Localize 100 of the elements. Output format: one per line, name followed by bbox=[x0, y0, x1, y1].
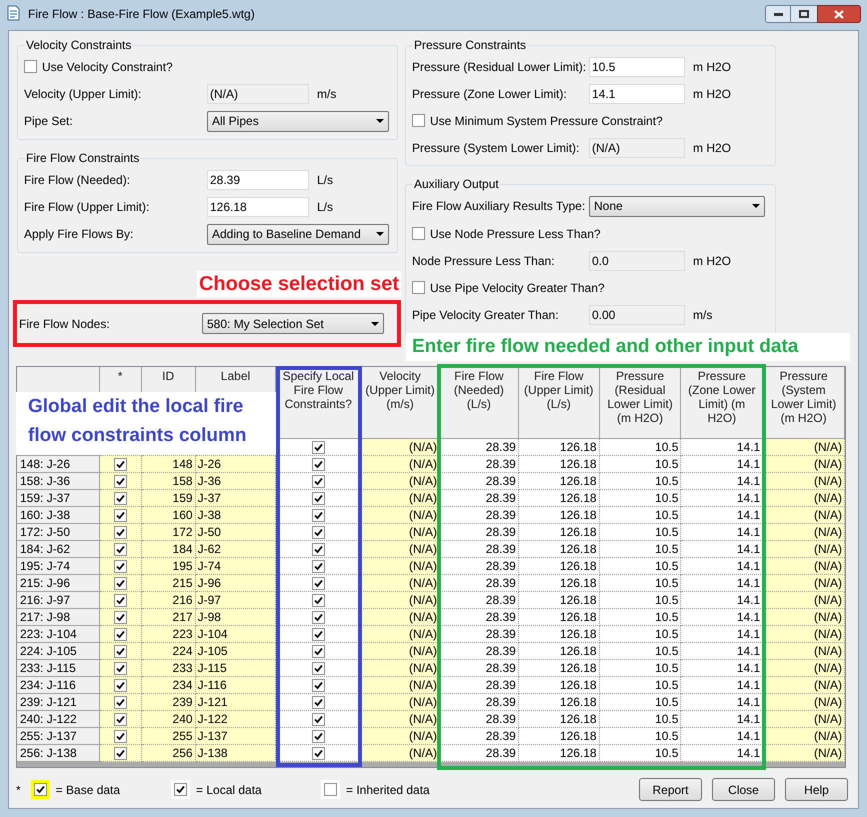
checkbox[interactable] bbox=[312, 458, 325, 470]
close-button[interactable] bbox=[817, 5, 861, 23]
row-header[interactable]: 160: J-38 bbox=[17, 507, 100, 524]
maximize-button[interactable] bbox=[791, 5, 817, 23]
checkbox[interactable] bbox=[312, 594, 325, 606]
minimize-button[interactable] bbox=[765, 5, 791, 23]
checkbox[interactable] bbox=[312, 610, 325, 624]
checkbox[interactable] bbox=[312, 440, 325, 454]
checkbox[interactable] bbox=[312, 576, 325, 590]
row-header[interactable]: 224: J-105 bbox=[17, 643, 100, 660]
checkbox[interactable] bbox=[312, 730, 325, 742]
table-cell: 215 bbox=[142, 575, 196, 592]
checkbox[interactable] bbox=[114, 746, 127, 760]
row-header[interactable]: 159: J-37 bbox=[17, 490, 100, 507]
input-field[interactable]: 126.18 bbox=[207, 196, 309, 216]
table-cell: 126.18 bbox=[518, 524, 600, 541]
annotation-text: Global edit the local fire flow constraints column bbox=[16, 392, 276, 455]
checkbox[interactable] bbox=[174, 783, 187, 796]
table-cell: 28.39 bbox=[440, 575, 519, 592]
table-cell: 195 bbox=[142, 558, 196, 575]
table-cell: 14.1 bbox=[681, 439, 764, 456]
checkbox[interactable] bbox=[312, 696, 325, 708]
dropdown[interactable]: None bbox=[589, 196, 765, 216]
checkbox[interactable] bbox=[114, 628, 127, 640]
input-field[interactable]: 10.5 bbox=[589, 56, 685, 76]
checkbox[interactable] bbox=[312, 560, 325, 572]
checkbox[interactable] bbox=[114, 662, 127, 674]
column-header[interactable]: * bbox=[102, 369, 139, 383]
checkbox[interactable] bbox=[412, 114, 425, 127]
checkbox[interactable] bbox=[24, 60, 37, 73]
checkbox[interactable] bbox=[312, 526, 325, 538]
checkbox[interactable] bbox=[114, 594, 127, 606]
checkbox[interactable] bbox=[114, 458, 127, 470]
checkbox[interactable] bbox=[114, 576, 127, 590]
table-cell: 28.39 bbox=[440, 643, 519, 660]
table-cell: (N/A) bbox=[361, 677, 440, 694]
row-header[interactable]: 217: J-98 bbox=[17, 609, 100, 626]
table-cell: 14.1 bbox=[681, 694, 764, 711]
row-header[interactable]: 195: J-74 bbox=[17, 558, 100, 575]
table-cell: 10.5 bbox=[600, 541, 682, 558]
row-header[interactable]: 234: J-116 bbox=[17, 677, 100, 694]
checkbox[interactable] bbox=[312, 474, 325, 488]
table-cell: 240 bbox=[142, 711, 196, 728]
checkbox[interactable] bbox=[312, 644, 325, 658]
table-cell: 126.18 bbox=[518, 490, 600, 507]
checkbox[interactable] bbox=[114, 560, 127, 572]
dropdown[interactable]: 580: My Selection Set bbox=[202, 313, 384, 334]
dialog-button[interactable]: Help bbox=[785, 778, 848, 801]
checkbox[interactable] bbox=[114, 678, 127, 692]
input-field[interactable]: 14.1 bbox=[589, 84, 685, 104]
table-cell: 10.5 bbox=[600, 439, 682, 456]
checkbox[interactable] bbox=[412, 227, 425, 240]
dropdown[interactable]: Adding to Baseline Demand bbox=[207, 224, 389, 244]
checkbox[interactable] bbox=[114, 508, 127, 522]
checkbox[interactable] bbox=[312, 712, 325, 726]
row-header[interactable]: 216: J-97 bbox=[17, 592, 100, 609]
checkbox[interactable] bbox=[114, 542, 127, 556]
dialog-button[interactable]: Report bbox=[639, 778, 702, 801]
input-field[interactable]: 28.39 bbox=[207, 170, 309, 190]
row-header[interactable]: 255: J-137 bbox=[17, 728, 100, 745]
checkbox[interactable] bbox=[312, 662, 325, 674]
checkbox[interactable] bbox=[114, 492, 127, 504]
checkbox[interactable] bbox=[312, 628, 325, 640]
row-header[interactable]: 233: J-115 bbox=[17, 660, 100, 677]
checkbox[interactable] bbox=[324, 783, 337, 796]
checkbox[interactable] bbox=[34, 783, 47, 796]
checkbox[interactable] bbox=[312, 746, 325, 760]
checkbox[interactable] bbox=[114, 526, 127, 538]
checkbox[interactable] bbox=[114, 696, 127, 708]
checkbox[interactable] bbox=[114, 644, 127, 658]
row-header[interactable]: 158: J-36 bbox=[17, 473, 100, 490]
checkbox[interactable] bbox=[312, 508, 325, 522]
checkbox[interactable] bbox=[114, 730, 127, 742]
checkbox[interactable] bbox=[114, 712, 127, 726]
row-header[interactable]: 239: J-121 bbox=[17, 694, 100, 711]
checkbox[interactable] bbox=[312, 492, 325, 504]
column-header[interactable]: Label bbox=[198, 369, 274, 383]
table-cell: J-122 bbox=[196, 711, 276, 728]
dropdown[interactable]: All Pipes bbox=[207, 110, 389, 132]
checkbox[interactable] bbox=[114, 610, 127, 624]
row-header[interactable]: 148: J-26 bbox=[17, 456, 100, 473]
row-header[interactable]: 184: J-62 bbox=[17, 541, 100, 558]
dialog-button[interactable]: Close bbox=[712, 778, 775, 801]
column-header[interactable]: ID bbox=[144, 369, 193, 383]
row-header[interactable]: 215: J-96 bbox=[17, 575, 100, 592]
table-cell: J-115 bbox=[196, 660, 276, 677]
caret-icon bbox=[376, 232, 384, 236]
checkbox-label: Use Pipe Velocity Greater Than? bbox=[430, 280, 605, 296]
row-header[interactable]: 240: J-122 bbox=[17, 711, 100, 728]
checkbox[interactable] bbox=[312, 678, 325, 692]
checkbox[interactable] bbox=[412, 281, 425, 294]
row-header[interactable]: 172: J-50 bbox=[17, 524, 100, 541]
table-cell: (N/A) bbox=[361, 660, 440, 677]
row-header[interactable]: 223: J-104 bbox=[17, 626, 100, 643]
table-cell: (N/A) bbox=[763, 592, 845, 609]
table-cell: 126.18 bbox=[518, 592, 600, 609]
legend-label: = Base data bbox=[56, 782, 120, 798]
row-header[interactable]: 256: J-138 bbox=[17, 745, 100, 762]
checkbox[interactable] bbox=[312, 542, 325, 556]
checkbox[interactable] bbox=[114, 474, 127, 488]
